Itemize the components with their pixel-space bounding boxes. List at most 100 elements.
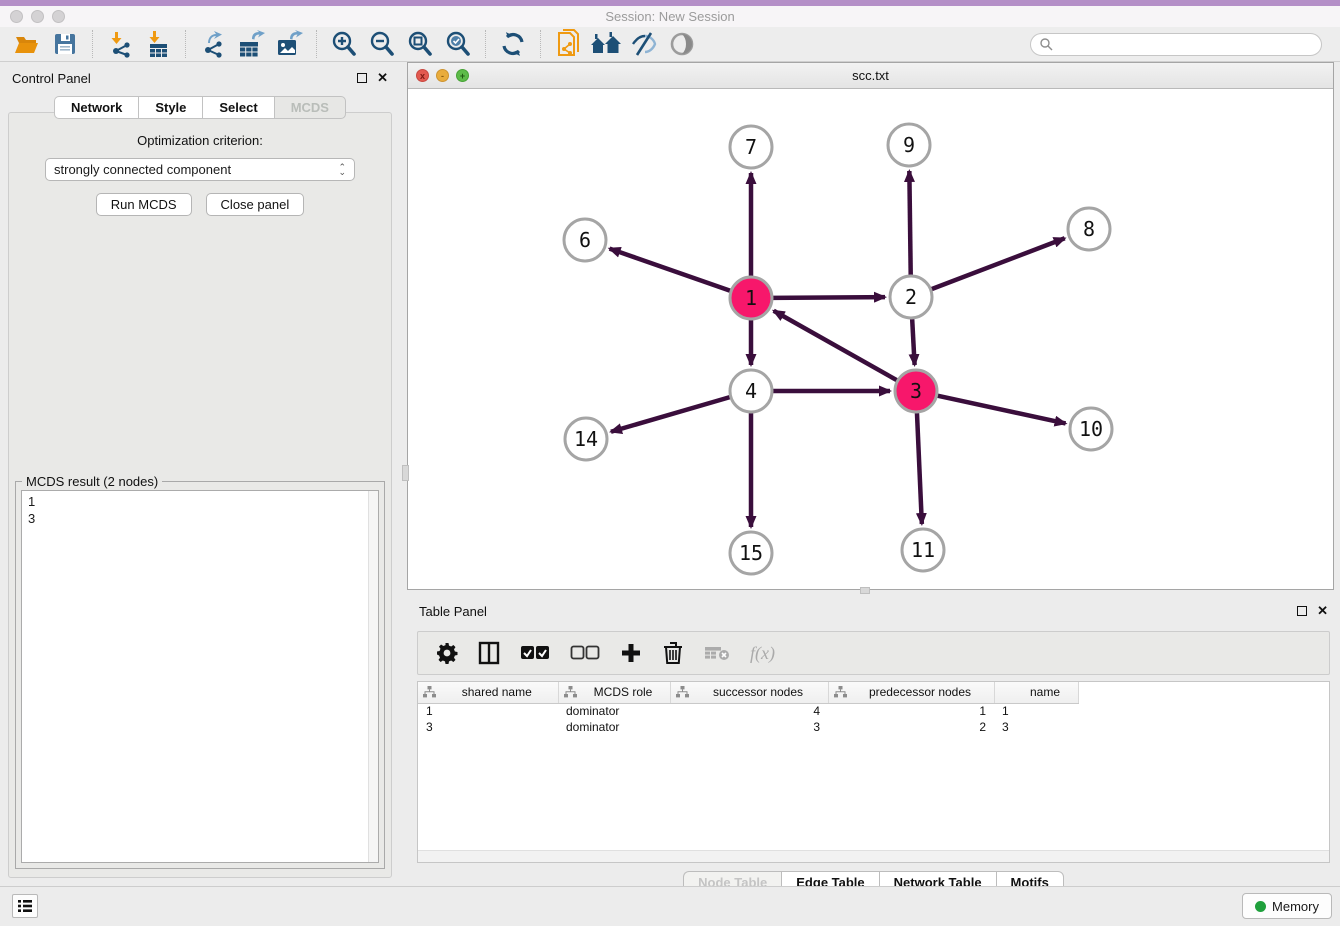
float-panel-icon[interactable] (357, 73, 367, 83)
toolbar-search[interactable] (1030, 33, 1322, 56)
graph-edge-2-9[interactable] (909, 171, 910, 275)
graph-edge-2-3[interactable] (912, 319, 914, 365)
toolbar-separator (485, 30, 486, 58)
cell-successor-nodes[interactable]: 3 (670, 719, 828, 735)
cell-shared-name[interactable]: 1 (418, 703, 558, 719)
open-session-icon[interactable] (8, 29, 46, 59)
export-network-icon[interactable] (194, 29, 232, 59)
cell-name[interactable]: 1 (994, 703, 1078, 719)
mcds-result-text[interactable]: 1 3 (21, 490, 379, 863)
network-minimize-button[interactable]: - (436, 69, 449, 82)
run-mcds-button[interactable]: Run MCDS (96, 193, 192, 216)
column-header-predecessor-nodes[interactable]: predecessor nodes (828, 682, 994, 703)
hide-selected-icon[interactable] (625, 29, 663, 59)
main-toolbar (0, 27, 1340, 62)
export-image-icon[interactable] (270, 29, 308, 59)
toolbar-separator (92, 30, 93, 58)
graph-node-label: 6 (579, 228, 591, 252)
cell-name[interactable]: 3 (994, 719, 1078, 735)
graph-edge-3-11[interactable] (917, 413, 922, 524)
splitter-grip-bottom[interactable] (860, 587, 870, 594)
column-header-name[interactable]: name (994, 682, 1078, 703)
network-view-window: x - + scc.txt 1234678910111415 (407, 62, 1334, 590)
new-network-from-selection-icon[interactable] (549, 29, 587, 59)
float-table-panel-icon[interactable] (1297, 606, 1307, 616)
graph-node-label: 14 (574, 427, 598, 451)
network-close-button[interactable]: x (416, 69, 429, 82)
optimization-criterion-dropdown[interactable]: strongly connected component ⌃⌄ (45, 158, 355, 181)
close-table-panel-icon[interactable]: ✕ (1317, 606, 1328, 616)
network-maximize-button[interactable]: + (456, 69, 469, 82)
splitter-grip-left[interactable] (402, 465, 409, 481)
table-panel-title: Table Panel (419, 604, 487, 619)
show-column-icon[interactable] (478, 641, 500, 665)
network-canvas[interactable]: 1234678910111415 (408, 89, 1333, 589)
tab-style[interactable]: Style (138, 96, 202, 119)
delete-table-icon[interactable] (704, 644, 730, 662)
select-all-columns-icon[interactable] (520, 645, 550, 661)
graph-node-label: 1 (745, 286, 757, 310)
column-header-shared-name[interactable]: shared name (418, 682, 558, 703)
control-panel-title: Control Panel (12, 71, 91, 86)
tab-select[interactable]: Select (202, 96, 273, 119)
control-panel-tabs: Network Style Select MCDS (0, 96, 400, 119)
status-bar: Memory (0, 886, 1340, 926)
tab-mcds[interactable]: MCDS (274, 96, 346, 119)
cell-predecessor-nodes[interactable]: 1 (828, 703, 994, 719)
memory-label: Memory (1272, 899, 1319, 914)
graph-edge-1-6[interactable] (610, 249, 731, 291)
import-table-icon[interactable] (139, 29, 177, 59)
cell-mcds-role[interactable]: dominator (558, 719, 670, 735)
cell-predecessor-nodes[interactable]: 2 (828, 719, 994, 735)
graph-edge-3-10[interactable] (937, 396, 1065, 424)
memory-button[interactable]: Memory (1242, 893, 1332, 919)
refresh-icon[interactable] (494, 29, 532, 59)
zoom-selected-icon[interactable] (439, 29, 477, 59)
search-icon (1039, 37, 1053, 51)
close-panel-button[interactable]: Close panel (206, 193, 305, 216)
unselect-all-columns-icon[interactable] (570, 645, 600, 661)
cell-mcds-role[interactable]: dominator (558, 703, 670, 719)
table-toolbar: f(x) (417, 631, 1330, 675)
window-title: Session: New Session (0, 9, 1340, 24)
zoom-out-icon[interactable] (363, 29, 401, 59)
optimization-criterion-label: Optimization criterion: (9, 133, 391, 148)
dropdown-value: strongly connected component (54, 162, 338, 177)
zoom-in-icon[interactable] (325, 29, 363, 59)
import-network-icon[interactable] (101, 29, 139, 59)
table-horizontal-scrollbar[interactable] (418, 850, 1329, 862)
task-history-button[interactable] (12, 894, 38, 918)
table-header-row: shared name MCDS role successor nodes pr… (418, 682, 1078, 703)
delete-column-icon[interactable] (662, 641, 684, 665)
network-graph[interactable]: 1234678910111415 (408, 89, 1333, 589)
column-header-successor-nodes[interactable]: successor nodes (670, 682, 828, 703)
toolbar-separator (540, 30, 541, 58)
list-icon (17, 899, 33, 913)
column-header-mcds-role[interactable]: MCDS role (558, 682, 670, 703)
graph-node-label: 9 (903, 133, 915, 157)
cell-shared-name[interactable]: 3 (418, 719, 558, 735)
zoom-fit-icon[interactable] (401, 29, 439, 59)
show-all-icon[interactable] (587, 29, 625, 59)
show-grabbers-icon[interactable] (663, 29, 701, 59)
cell-successor-nodes[interactable]: 4 (670, 703, 828, 719)
search-input[interactable] (1053, 37, 1313, 51)
graph-edge-2-8[interactable] (932, 238, 1065, 289)
node-table[interactable]: shared name MCDS role successor nodes pr… (417, 681, 1330, 863)
result-line: 3 (28, 510, 372, 527)
graph-edge-3-1[interactable] (774, 311, 897, 380)
add-column-icon[interactable] (620, 642, 642, 664)
table-row[interactable]: 3 dominator 3 2 3 (418, 719, 1078, 735)
settings-gear-icon[interactable] (436, 642, 458, 664)
result-scrollbar[interactable] (368, 491, 378, 862)
tab-network[interactable]: Network (54, 96, 138, 119)
network-window-titlebar[interactable]: x - + scc.txt (408, 63, 1333, 89)
save-session-icon[interactable] (46, 29, 84, 59)
function-builder-icon[interactable]: f(x) (750, 643, 775, 664)
export-table-icon[interactable] (232, 29, 270, 59)
memory-status-icon (1255, 901, 1266, 912)
graph-edge-4-14[interactable] (611, 397, 730, 432)
close-panel-icon[interactable]: ✕ (377, 73, 388, 83)
table-row[interactable]: 1 dominator 4 1 1 (418, 703, 1078, 719)
graph-edge-1-2[interactable] (773, 297, 885, 298)
